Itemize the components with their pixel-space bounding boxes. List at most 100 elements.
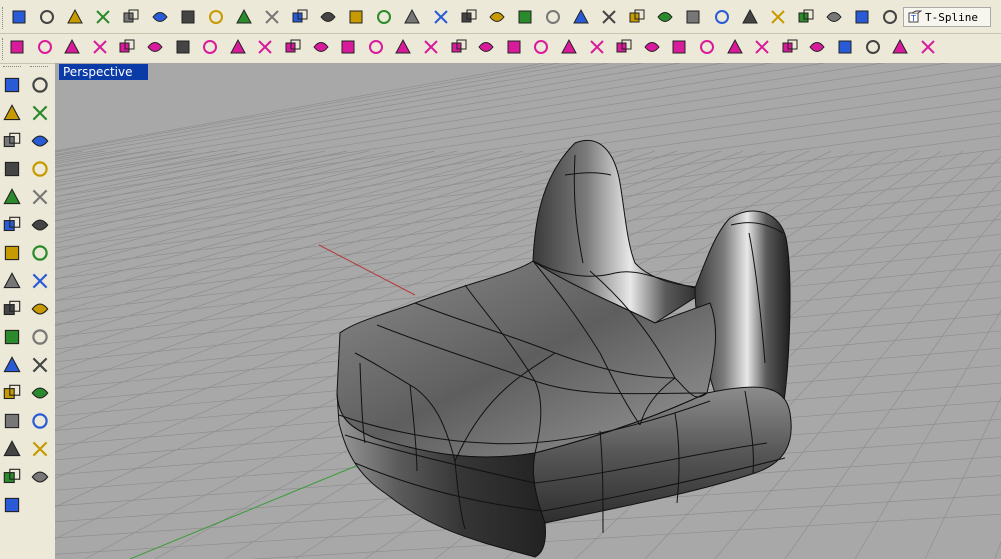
rotate-view-button[interactable] — [288, 6, 312, 30]
pink-steps-button[interactable] — [723, 36, 747, 60]
point-button[interactable] — [28, 74, 52, 98]
edit-point-button[interactable] — [28, 438, 52, 462]
pink-extrude-button[interactable] — [778, 36, 802, 60]
pink-cube-edit-button[interactable] — [336, 36, 360, 60]
pink-grid-button[interactable] — [502, 36, 526, 60]
pink-arch-button[interactable] — [281, 36, 305, 60]
surface-button[interactable] — [0, 214, 24, 238]
settings-gear-button[interactable] — [822, 6, 846, 30]
pink-pipe-button[interactable] — [253, 36, 277, 60]
pink-cube-split-button[interactable] — [364, 36, 388, 60]
pink-face-button[interactable] — [226, 36, 250, 60]
pink-column-button[interactable] — [557, 36, 581, 60]
tspline-cylinder-button[interactable] — [33, 36, 57, 60]
color-wheel-button[interactable] — [681, 6, 705, 30]
tspline-cube-button[interactable] — [60, 36, 84, 60]
circle-button[interactable] — [0, 130, 24, 154]
pink-ladder-button[interactable] — [391, 36, 415, 60]
copy-button[interactable] — [176, 6, 200, 30]
toolbar-grip[interactable] — [2, 7, 6, 29]
sphere-button[interactable] — [28, 242, 52, 266]
pink-cube-button[interactable] — [143, 36, 167, 60]
fillet-curve-button[interactable] — [28, 382, 52, 406]
pink-square-button[interactable] — [585, 36, 609, 60]
save-button[interactable] — [63, 6, 87, 30]
pink-tree-button[interactable] — [888, 36, 912, 60]
help-button[interactable] — [878, 6, 902, 30]
gear-button[interactable] — [0, 326, 24, 350]
shaded-sphere-button[interactable] — [766, 6, 790, 30]
pink-arrows-button[interactable] — [88, 36, 112, 60]
snap-points-button[interactable] — [861, 36, 885, 60]
arc-button[interactable] — [0, 158, 24, 182]
zoom-button[interactable] — [316, 6, 340, 30]
tspline-toolbar-button[interactable]: T T-Spline — [903, 7, 991, 27]
curve-points-button[interactable] — [28, 102, 52, 126]
tspline-chair-model[interactable] — [336, 139, 792, 558]
save-template-button[interactable] — [119, 6, 143, 30]
pink-x-button[interactable] — [805, 36, 829, 60]
four-viewports-button[interactable] — [457, 6, 481, 30]
pink-wave-button[interactable] — [750, 36, 774, 60]
curve-bend-button[interactable] — [28, 186, 52, 210]
undo-button[interactable] — [232, 6, 256, 30]
surface-points-button[interactable] — [0, 242, 24, 266]
pink-link-button[interactable] — [198, 36, 222, 60]
pink-wrench-button[interactable] — [115, 36, 139, 60]
polyline-button[interactable] — [0, 102, 24, 126]
cube-dark-button[interactable] — [833, 36, 857, 60]
group-button[interactable] — [0, 382, 24, 406]
cut-button[interactable] — [148, 6, 172, 30]
pink-check-button[interactable] — [419, 36, 443, 60]
split-button[interactable] — [28, 410, 52, 434]
select-arrow-button[interactable] — [0, 74, 24, 98]
zoom-extents-button[interactable] — [372, 6, 396, 30]
cylinder-button[interactable] — [0, 298, 24, 322]
array-grid-button[interactable] — [0, 466, 24, 490]
rectangle-button[interactable] — [28, 158, 52, 182]
paste-button[interactable] — [204, 6, 228, 30]
plane-surface-button[interactable] — [28, 270, 52, 294]
toolbar-grip[interactable] — [3, 66, 21, 70]
zoom-selected-button[interactable] — [400, 6, 424, 30]
pink-cube-small-button[interactable] — [612, 36, 636, 60]
pink-flow-button[interactable] — [640, 36, 664, 60]
lock-button[interactable] — [625, 6, 649, 30]
array-button[interactable] — [28, 354, 52, 378]
pink-stack-button[interactable] — [529, 36, 553, 60]
viewport-title-tab[interactable]: Perspective — [59, 64, 148, 80]
select-points-button[interactable] — [569, 6, 593, 30]
plane-grid-button[interactable] — [513, 6, 537, 30]
pink-plane-button[interactable] — [309, 36, 333, 60]
undo-view-button[interactable] — [429, 6, 453, 30]
blocks-button[interactable] — [28, 466, 52, 490]
pink-star-button[interactable] — [667, 36, 691, 60]
dimension-line-button[interactable] — [28, 326, 52, 350]
boolean-button[interactable] — [28, 298, 52, 322]
print-button[interactable] — [91, 6, 115, 30]
car-view-button[interactable] — [485, 6, 509, 30]
point-grid-button[interactable] — [171, 36, 195, 60]
box-solid-button[interactable] — [0, 270, 24, 294]
zoom-window-button[interactable] — [344, 6, 368, 30]
new-file-button[interactable] — [7, 6, 31, 30]
pan-hand-button[interactable] — [260, 6, 284, 30]
ellipse-button[interactable] — [28, 130, 52, 154]
trim-button[interactable] — [0, 410, 24, 434]
text-button[interactable] — [0, 438, 24, 462]
sphere-wire-button[interactable] — [710, 6, 734, 30]
surface-fillet-button[interactable] — [28, 214, 52, 238]
pink-cross-button[interactable] — [474, 36, 498, 60]
object-snap-button[interactable] — [541, 6, 565, 30]
pink-mesh-button[interactable] — [447, 36, 471, 60]
block-button[interactable] — [0, 494, 24, 518]
layer-button[interactable] — [653, 6, 677, 30]
render-cone-button[interactable] — [794, 6, 818, 30]
tspline-box-button[interactable] — [5, 36, 29, 60]
polygon-button[interactable] — [0, 186, 24, 210]
lightbulb-button[interactable] — [597, 6, 621, 30]
open-folder-button[interactable] — [35, 6, 59, 30]
pink-ribbon-button[interactable] — [695, 36, 719, 60]
toolbar-grip[interactable] — [30, 66, 48, 70]
dimension-button[interactable] — [850, 6, 874, 30]
